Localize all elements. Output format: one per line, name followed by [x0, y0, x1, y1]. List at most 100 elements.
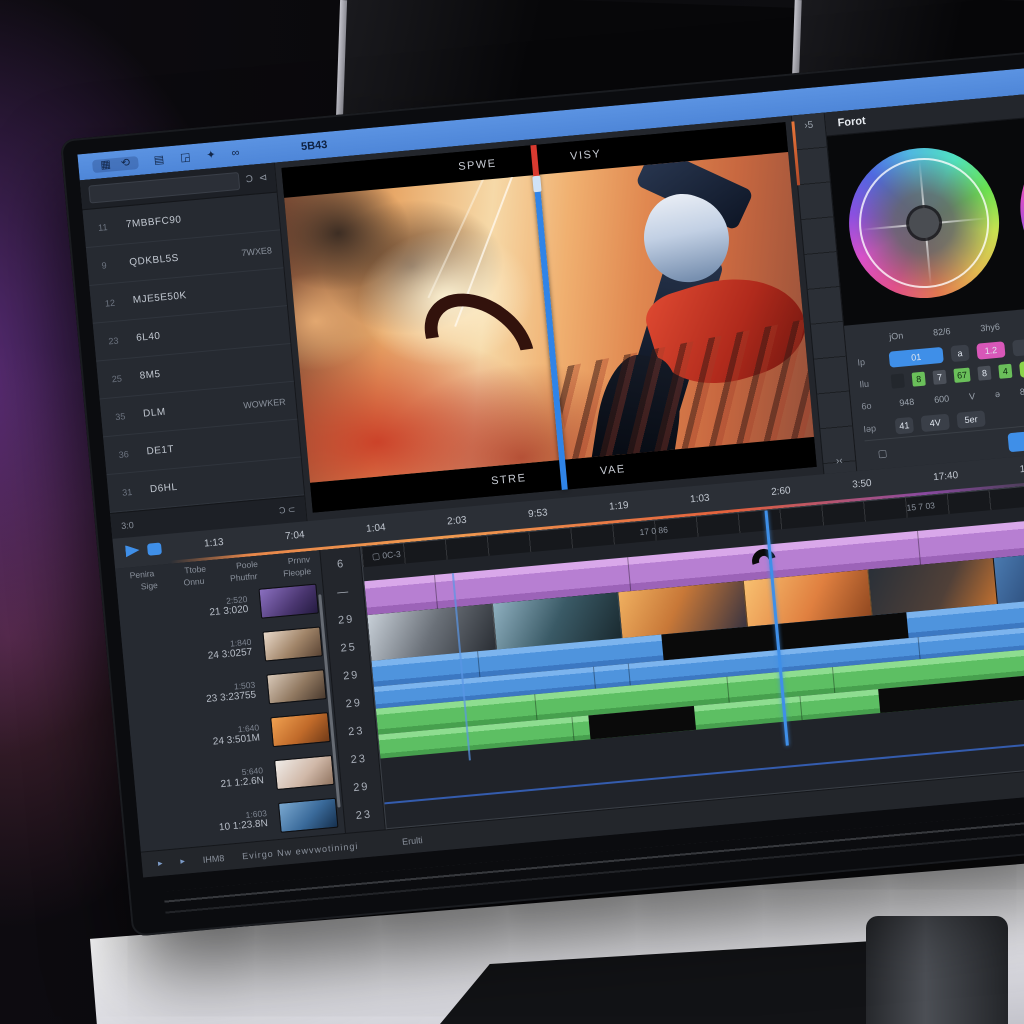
media-browser-panel: Ɔ ⊲ 11 7MBBFC90 9 QDKBL5S 7WXE8 — [80, 163, 308, 539]
refresh-icon[interactable]: Ɔ — [245, 174, 253, 186]
control-button[interactable]: ə — [988, 386, 1006, 403]
item-tag: WOWKER — [243, 396, 286, 410]
rotate-icon[interactable]: Ɔ — [278, 505, 285, 516]
item-label: DLM — [143, 407, 167, 420]
control-button[interactable]: 41 — [895, 417, 914, 435]
media-code: 24 3:501M — [212, 732, 260, 747]
control-button[interactable]: 12 — [1019, 359, 1024, 378]
track-number: 6 — [320, 549, 361, 580]
timecode: 17:40 — [933, 470, 959, 483]
play-icon[interactable] — [125, 544, 140, 557]
media-header: Ttobe — [184, 564, 207, 576]
control-button[interactable]: 8 — [912, 372, 926, 387]
screen: ▦ ⟲ ▤ ◲ ✦ ∞ 5B43 Ɔ ⊲ — [77, 52, 1024, 877]
control-button[interactable]: V — [962, 388, 981, 406]
media-timecodes: 1:603 10 1:23.8N — [148, 808, 272, 840]
grid-icon[interactable]: ▦ — [100, 159, 111, 171]
row-label: Iəp — [863, 422, 888, 434]
preview-label-right: VISY — [570, 148, 602, 163]
item-label: 6L40 — [136, 331, 161, 344]
item-label: DE1T — [146, 444, 174, 457]
track-number: 23 — [336, 716, 377, 747]
light-ray — [428, 173, 487, 298]
item-label: MJE5E50K — [132, 290, 187, 306]
footer-code: IHM8 — [202, 853, 224, 865]
media-thumbnail — [266, 669, 326, 704]
track-number: 29 — [325, 604, 366, 635]
media-header: Prnnv — [287, 554, 310, 566]
footer-play-icon[interactable]: ▸ — [157, 858, 163, 869]
expand-panel-icon[interactable]: ›5 — [804, 120, 814, 132]
item-label: 7MBBFC90 — [125, 214, 181, 230]
ruler-tick: 15 7 03 — [906, 500, 935, 513]
timecode: 1:19 — [609, 500, 629, 513]
timecode: 7:04 — [285, 529, 305, 542]
track-number: 25 — [328, 632, 369, 663]
browser-list: 11 7MBBFC90 9 QDKBL5S 7WXE8 12 MJE5E50K — [82, 193, 304, 513]
track-number: 29 — [333, 688, 374, 719]
control-button[interactable]: 8IIr — [1013, 383, 1024, 401]
control-button[interactable]: 7 — [933, 370, 947, 385]
media-code: 21 1:2.6N — [220, 775, 264, 790]
timecode: 2:60 — [771, 485, 791, 498]
eject-icon[interactable]: ⊂ — [287, 504, 295, 515]
scene: ▦ ⟲ ▤ ◲ ✦ ∞ 5B43 Ɔ ⊲ — [0, 0, 1024, 1024]
media-thumbnail — [258, 583, 318, 618]
control-button[interactable]: 948 — [893, 394, 921, 412]
timecode: 9:53 — [528, 507, 548, 520]
preview-label-right: VAE — [600, 463, 627, 477]
media-thumbnail — [278, 797, 338, 832]
color-wheel-secondary[interactable] — [1014, 126, 1024, 289]
star-icon[interactable]: ✦ — [206, 149, 216, 161]
control-button[interactable] — [891, 374, 905, 389]
collapse-panel-icon[interactable]: ›‹ — [835, 455, 843, 467]
media-code: 21 3:020 — [209, 604, 249, 618]
footer-doc-icon[interactable]: ▸ — [180, 856, 186, 867]
item-id: 31 — [122, 486, 139, 497]
crop-icon[interactable]: ◲ — [180, 152, 191, 164]
wheel-knob[interactable] — [908, 207, 941, 240]
control-button[interactable]: a — [950, 344, 969, 362]
control-button[interactable]: 4V — [921, 413, 950, 431]
control-button[interactable]: 5er — [956, 410, 985, 428]
timecode: 3:50 — [852, 478, 872, 491]
control-button[interactable]: 01 — [889, 346, 944, 367]
item-label: 8M5 — [139, 369, 161, 382]
timecode: 2:03 — [447, 515, 467, 528]
item-id: 9 — [101, 259, 118, 270]
media-timecodes: 5:640 21 1:2.6N — [144, 765, 268, 797]
item-id: 11 — [98, 221, 115, 232]
control-label: 82/6 — [933, 326, 951, 338]
project-title: 5B43 — [301, 139, 328, 153]
link-icon[interactable]: ∞ — [231, 147, 240, 159]
control-button[interactable]: 4 — [998, 364, 1012, 379]
control-button[interactable]: 8 — [977, 366, 991, 381]
control-button[interactable] — [1012, 338, 1024, 356]
item-id: 23 — [108, 335, 125, 346]
footer-timecode: 3:0 — [121, 519, 134, 530]
color-wheel-primary[interactable] — [843, 142, 1006, 305]
track-number: 23 — [338, 744, 379, 775]
auto-button[interactable]: Auto — [1008, 427, 1024, 452]
control-button[interactable]: 67 — [953, 368, 970, 383]
ruler-tick: ▢ 0C-3 — [372, 548, 402, 562]
collapse-icon[interactable]: ⊲ — [258, 172, 267, 184]
media-code: 10 1:23.8N — [219, 818, 269, 833]
item-label: D6HL — [150, 482, 178, 495]
menubar-group: ▦ ⟲ — [92, 156, 139, 173]
control-button[interactable]: 1.2 — [976, 341, 1005, 359]
undo-icon[interactable]: ⟲ — [120, 157, 130, 169]
control-button[interactable]: 600 — [928, 390, 956, 408]
row-label: 6o — [861, 400, 886, 412]
media-thumbnail — [274, 754, 334, 789]
clip-icon[interactable] — [147, 542, 162, 555]
layers-icon[interactable]: ▤ — [153, 154, 164, 166]
stop-icon[interactable]: ▢ — [877, 448, 887, 460]
timecode: 1:04 — [366, 522, 386, 535]
media-thumbnail — [270, 712, 330, 747]
track-number: 29 — [341, 772, 382, 803]
media-header: Onnu — [183, 576, 205, 588]
viewer: SPWE VISY — [281, 122, 816, 512]
item-id: 12 — [105, 297, 122, 308]
item-id: 36 — [118, 448, 135, 459]
